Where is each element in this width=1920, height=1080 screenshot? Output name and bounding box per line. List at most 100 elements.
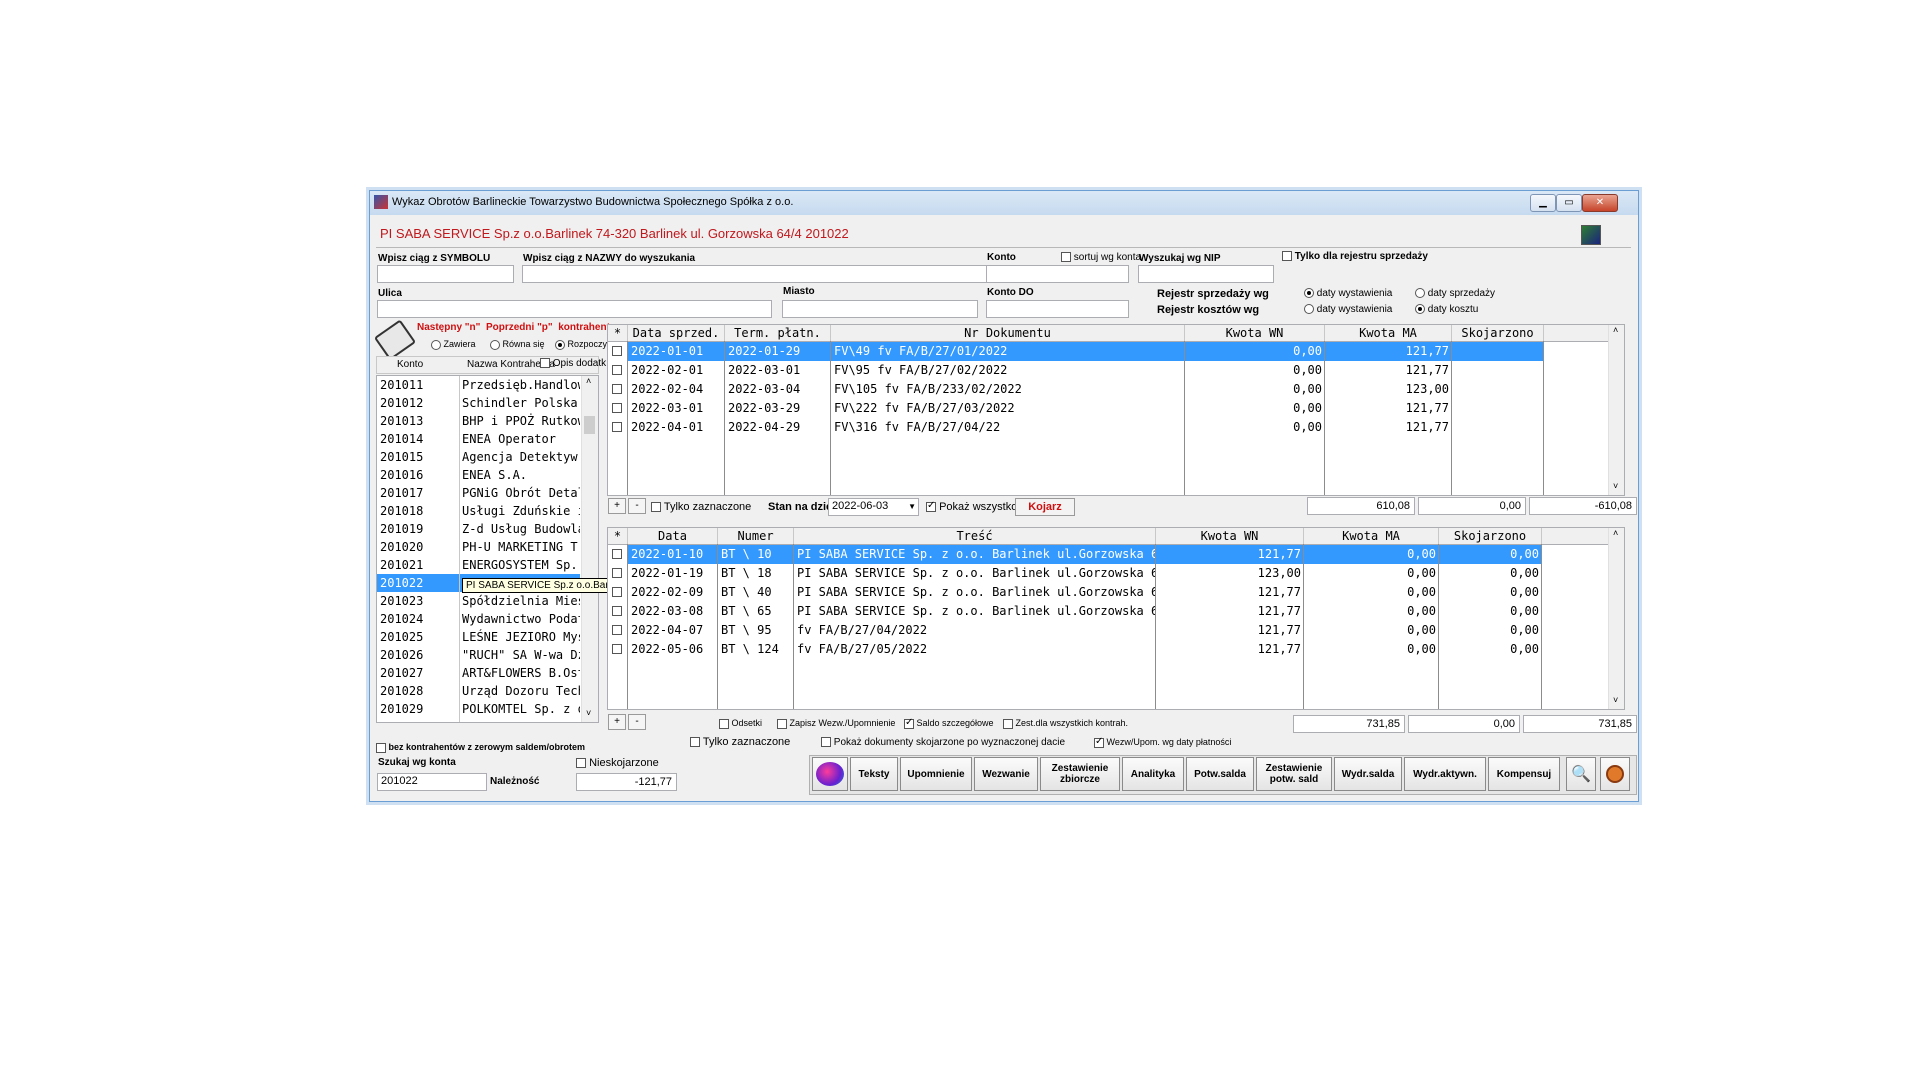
cost-by-cost-date[interactable]: daty kosztu	[1415, 304, 1478, 315]
street-input[interactable]	[377, 300, 772, 318]
detailed-balance-option[interactable]: Saldo szczegółowe	[904, 717, 994, 729]
match-equals[interactable]: Równa się	[490, 339, 545, 350]
sales-only-checkbox[interactable]	[1282, 251, 1292, 262]
contractor-row[interactable]: 201015 Agencja Detektyw.i Oc	[377, 448, 580, 466]
bottom-grid-col-header[interactable]: Data	[628, 528, 718, 544]
add-row-button[interactable]: +	[608, 498, 626, 514]
print-active-button[interactable]: Wydr.aktywn.	[1404, 757, 1486, 791]
top-grid-col-header[interactable]: Kwota WN	[1185, 325, 1325, 341]
summons-button[interactable]: Wezwanie	[974, 757, 1038, 791]
sales-by-sale-date[interactable]: daty sprzedaży	[1415, 288, 1495, 299]
bottom-grid-row[interactable]: 2022-05-06 BT \ 124 fv FA/B/27/05/2022 121,…	[628, 640, 1542, 659]
documents-grid[interactable]: * Data sprzed. Term. płatn. Nr Dokumentu Kwo…	[607, 324, 1625, 496]
remove-payment-row-button[interactable]: -	[628, 714, 646, 730]
contractor-row[interactable]: 201025 LEŚNE JEZIORO Myszko	[377, 628, 580, 646]
globe-button[interactable]	[812, 757, 848, 791]
top-grid-col-header[interactable]: *	[608, 325, 628, 341]
summary-button[interactable]: Zestawienie zbiorcze	[1040, 757, 1120, 791]
save-reminder-checkbox[interactable]	[777, 718, 787, 729]
top-grid-row[interactable]: 2022-03-01 2022-03-29 FV\222 fv FA/B/27/03…	[628, 399, 1544, 418]
bottom-grid-row[interactable]: 2022-01-19 BT \ 18 PI SABA SERVICE Sp. z o…	[628, 564, 1542, 583]
show-all-option[interactable]: Pokaż wszystko	[926, 500, 1017, 513]
top-grid-col-header[interactable]: Nr Dokumentu	[831, 325, 1185, 341]
bottom-grid-row[interactable]: 2022-03-08 BT \ 65 PI SABA SERVICE Sp. z o…	[628, 602, 1542, 621]
top-grid-row[interactable]: 2022-01-01 2022-01-29 FV\49 fv FA/B/27/01/…	[628, 342, 1544, 361]
show-matched-checkbox[interactable]	[821, 737, 831, 748]
print-balance-button[interactable]: Wydr.salda	[1334, 757, 1402, 791]
match-button[interactable]: Kojarz	[1015, 498, 1075, 516]
bottom-grid-row[interactable]: 2022-02-09 BT \ 40 PI SABA SERVICE Sp. z o…	[628, 583, 1542, 602]
extra-desc-option[interactable]: Opis dodatk.	[540, 358, 609, 369]
search-button[interactable]: 🔍	[1566, 757, 1596, 791]
top-grid-row-checkbox[interactable]	[612, 384, 622, 394]
all-contractors-option[interactable]: Zest.dla wszystkich kontrah.	[1003, 718, 1128, 729]
radio-icon[interactable]	[431, 339, 441, 350]
top-only-selected[interactable]: Tylko zaznaczone	[651, 501, 751, 513]
radio-icon[interactable]	[1415, 288, 1425, 299]
radio-icon[interactable]	[1304, 288, 1314, 299]
top-grid-row-checkbox[interactable]	[612, 346, 622, 356]
symbol-input[interactable]	[377, 265, 514, 283]
unsettled-checkbox[interactable]	[576, 758, 586, 769]
bottom-grid-col-header[interactable]: *	[608, 528, 628, 544]
bottom-grid-scrollbar[interactable]: ˄ ˅	[1608, 528, 1624, 709]
contractor-row[interactable]: 201024 Wydawnictwo Podatkow	[377, 610, 580, 628]
top-grid-col-header[interactable]: Data sprzed.	[628, 325, 725, 341]
sales-by-issue-date[interactable]: daty wystawienia	[1304, 288, 1392, 299]
state-date-picker[interactable]: 2022-06-03 ▼	[828, 498, 919, 516]
bottom-grid-col-header[interactable]: Skojarzono	[1439, 528, 1542, 544]
bottom-grid-row[interactable]: 2022-01-10 BT \ 10 PI SABA SERVICE Sp. z o…	[628, 545, 1542, 564]
confirm-list-button[interactable]: Zestawienie potw. sald	[1256, 757, 1332, 791]
chevron-up-icon[interactable]: ˄	[1613, 325, 1618, 335]
contractor-row[interactable]: 201017 PGNiG Obrót Detaliczny	[377, 484, 580, 502]
remove-row-button[interactable]: -	[628, 498, 646, 514]
by-payment-date-checkbox[interactable]	[1094, 736, 1104, 748]
contractor-row[interactable]: 201016 ENEA S.A.	[377, 466, 580, 484]
bottom-grid-row-checkbox[interactable]	[612, 625, 622, 635]
contractor-row[interactable]: 201026 "RUCH" SA W-wa Dz.Pre	[377, 646, 580, 664]
city-input[interactable]	[782, 300, 978, 318]
power-button[interactable]	[1600, 757, 1630, 791]
minimize-button[interactable]: ▁	[1530, 194, 1556, 212]
all-contractors-checkbox[interactable]	[1003, 718, 1013, 729]
contractor-scrollbar[interactable]: ˄ ˅	[581, 376, 598, 722]
chevron-down-icon[interactable]: ▼	[908, 502, 916, 511]
maximize-button[interactable]: ▭	[1556, 194, 1582, 212]
bottom-grid-row-checkbox[interactable]	[612, 549, 622, 559]
top-grid-row[interactable]: 2022-04-01 2022-04-29 FV\316 fv FA/B/27/04…	[628, 418, 1544, 437]
bottom-only-selected-checkbox[interactable]	[690, 737, 700, 748]
contractor-row[interactable]: 201011 Przedsięb.Handlowo-Us	[377, 376, 580, 394]
bottom-grid-row-checkbox[interactable]	[612, 568, 622, 578]
chevron-down-icon[interactable]: ˅	[586, 708, 591, 718]
top-grid-row[interactable]: 2022-02-04 2022-03-04 FV\105 fv FA/B/233/0…	[628, 380, 1544, 399]
contractor-row[interactable]: 201020 PH-U MARKETING T. Nie	[377, 538, 580, 556]
bottom-grid-row-checkbox[interactable]	[612, 606, 622, 616]
reminder-button[interactable]: Upomnienie	[900, 757, 972, 791]
analytics-button[interactable]: Analityka	[1122, 757, 1184, 791]
chevron-down-icon[interactable]: ˅	[1613, 481, 1618, 491]
contractor-row[interactable]: 201019 Z-d Usług Budowlanych	[377, 520, 580, 538]
radio-icon[interactable]	[490, 339, 500, 350]
unsettled-option[interactable]: Nieskojarzone	[576, 757, 659, 769]
bottom-grid-row-checkbox[interactable]	[612, 644, 622, 654]
top-grid-row-checkbox[interactable]	[612, 365, 622, 375]
contractor-row[interactable]: 201027 ART&FLOWERS B.Ostry	[377, 664, 580, 682]
top-only-selected-checkbox[interactable]	[651, 502, 661, 513]
payments-grid[interactable]: * Data Numer Treść Kwota WN Kwota MA Skojarzon…	[607, 527, 1625, 710]
save-reminder-option[interactable]: Zapisz Wezw./Upomnienie	[777, 718, 895, 729]
contractor-row[interactable]: 201021 ENERGOSYSTEM Sp. z o	[377, 556, 580, 574]
top-grid-row-checkbox[interactable]	[612, 403, 622, 413]
name-input[interactable]	[522, 265, 1010, 283]
bottom-only-selected[interactable]: Tylko zaznaczone	[690, 736, 790, 748]
zero-balance-option[interactable]: bez kontrahentów z zerowym saldem/obrote…	[376, 742, 585, 753]
chevron-down-icon[interactable]: ˅	[1613, 695, 1618, 705]
contractor-list[interactable]: 201011 Przedsięb.Handlowo-Us 201012 Schindl…	[376, 375, 599, 723]
show-all-checkbox[interactable]	[926, 500, 936, 513]
top-grid-row[interactable]: 2022-02-01 2022-03-01 FV\95 fv FA/B/27/02/…	[628, 361, 1544, 380]
bottom-grid-row-checkbox[interactable]	[612, 587, 622, 597]
nip-input[interactable]	[1138, 265, 1274, 283]
contractor-row[interactable]: 201013 BHP i PPOŻ Rutkowski S	[377, 412, 580, 430]
close-button[interactable]: ✕	[1582, 194, 1618, 212]
konto-input[interactable]	[986, 265, 1129, 283]
interest-option[interactable]: Odsetki	[719, 718, 762, 729]
